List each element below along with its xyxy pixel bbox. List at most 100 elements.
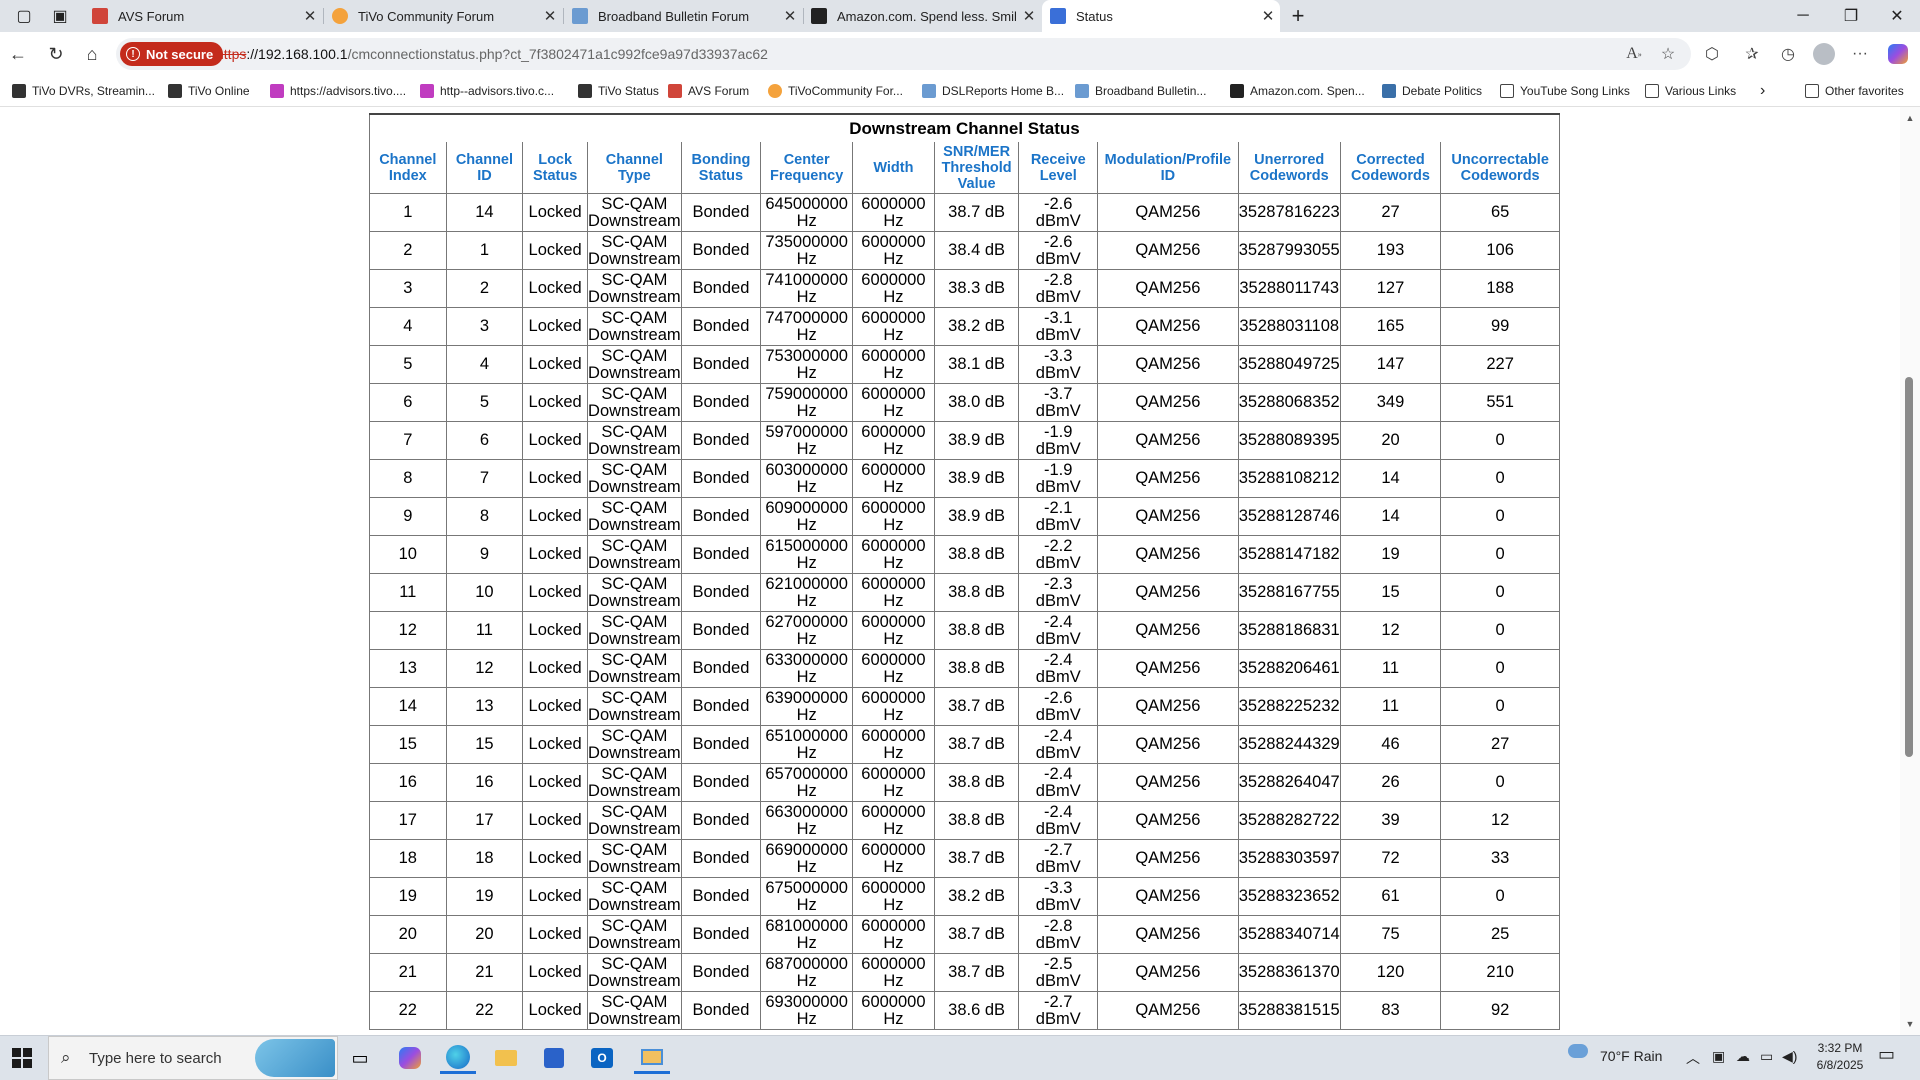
volume-icon[interactable]: ◀) <box>1782 1048 1797 1065</box>
tab-actions-icon[interactable]: ▣ <box>40 0 80 32</box>
bookmark-item[interactable]: http--advisors.tivo.c... <box>420 81 554 101</box>
clock[interactable]: 3:32 PM 6/8/2025 <box>1808 1040 1872 1074</box>
more-bookmarks-chevron-icon[interactable]: › <box>1760 81 1765 101</box>
center-frequency-cell: 759000000 Hz <box>760 383 854 422</box>
close-tab-icon[interactable]: ✕ <box>1017 7 1041 25</box>
windows-start-icon[interactable] <box>4 1042 40 1074</box>
snipping-tool-icon[interactable] <box>634 1042 670 1074</box>
meet-now-icon[interactable]: ▣ <box>1712 1048 1725 1065</box>
tivo-icon <box>578 84 592 98</box>
taskbar: ⌕ Type here to search ▭ O 70°F Rain ︿ ▣ … <box>0 1035 1920 1080</box>
bookmark-item[interactable]: https://advisors.tivo.... <box>270 81 406 101</box>
bookmark-item[interactable]: TiVo Online <box>168 81 250 101</box>
bookmark-item[interactable]: TiVoCommunity For... <box>768 81 903 101</box>
scrollbar-thumb[interactable] <box>1905 377 1913 757</box>
edge-taskbar-icon[interactable] <box>440 1042 476 1074</box>
show-hidden-icons-chevron-icon[interactable]: ︿ <box>1686 1048 1700 1068</box>
tab-3[interactable]: Broadband Bulletin Forum ✕ <box>564 0 802 32</box>
vertical-scrollbar[interactable]: ▲ ▼ <box>1900 107 1920 1035</box>
channel-id-cell: 19 <box>445 877 524 916</box>
toolbar: ← ↻ ⌂ ! Not secure https://192.168.100.1… <box>0 32 1920 76</box>
more-menu-icon[interactable]: ··· <box>1846 40 1874 68</box>
channel-id-cell: 4 <box>445 345 524 384</box>
file-explorer-icon[interactable] <box>488 1042 524 1074</box>
store-icon[interactable] <box>536 1042 572 1074</box>
column-header: Uncorrectable Codewords <box>1440 142 1560 194</box>
bookmark-item[interactable]: TiVo Status <box>578 81 659 101</box>
tab-4[interactable]: Amazon.com. Spend less. Smile more.✕ <box>803 0 1041 32</box>
width-cell: 6000000 Hz <box>852 915 935 954</box>
avs-icon <box>668 84 682 98</box>
modulation-cell: QAM256 <box>1097 231 1239 270</box>
onedrive-icon[interactable]: ☁ <box>1736 1048 1750 1065</box>
center-frequency-cell: 639000000 Hz <box>760 687 854 726</box>
weather-icon[interactable] <box>1568 1044 1588 1061</box>
refresh-button[interactable]: ↻ <box>42 40 70 68</box>
channel-index-cell: 8 <box>369 459 447 498</box>
bookmark-item[interactable]: DSLReports Home B... <box>922 81 1064 101</box>
workspaces-icon[interactable]: ▢ <box>4 0 44 32</box>
copilot-taskbar-icon[interactable] <box>392 1042 428 1074</box>
center-frequency-cell: 675000000 Hz <box>760 877 854 916</box>
close-tab-icon[interactable]: ✕ <box>1256 7 1280 25</box>
bookmark-item[interactable]: Broadband Bulletin... <box>1075 81 1206 101</box>
table-row: 9 8 Locked SC-QAM Downstream Bonded 609000000… <box>369 497 1560 536</box>
snr-value-cell: 38.8 dB <box>933 611 1020 650</box>
bookmark-item[interactable]: Debate Politics <box>1382 81 1482 101</box>
close-tab-icon[interactable]: ✕ <box>538 7 562 25</box>
tab-2[interactable]: TiVo Community Forum ✕ <box>324 0 562 32</box>
snr-value-cell: 38.9 dB <box>933 421 1020 460</box>
minimize-button[interactable]: ─ <box>1780 0 1826 32</box>
outlook-icon[interactable]: O <box>584 1042 620 1074</box>
copilot-icon[interactable] <box>1884 40 1912 68</box>
table-body: 1 14 Locked SC-QAM Downstream Bonded 64500000… <box>369 193 1560 1030</box>
width-cell: 6000000 Hz <box>852 497 935 536</box>
bookmark-item[interactable]: AVS Forum <box>668 81 749 101</box>
table-row: 14 13 Locked SC-QAM Downstream Bonded 6390000… <box>369 687 1560 726</box>
extensions-icon[interactable]: ⬡ <box>1698 40 1726 68</box>
bookmark-item[interactable]: Amazon.com. Spen... <box>1230 81 1365 101</box>
read-aloud-icon[interactable]: A» <box>1620 40 1648 68</box>
width-cell: 6000000 Hz <box>852 877 935 916</box>
scroll-up-arrow-icon[interactable]: ▲ <box>1900 113 1920 123</box>
restore-button[interactable]: ❐ <box>1828 0 1874 32</box>
bookmark-item[interactable]: YouTube Song Links <box>1500 81 1630 101</box>
channel-id-cell: 7 <box>445 459 524 498</box>
channel-type-cell: SC-QAM Downstream <box>587 839 682 878</box>
taskbar-search[interactable]: ⌕ Type here to search <box>48 1036 338 1080</box>
uncorrectable-codewords-cell: 0 <box>1440 421 1560 460</box>
close-tab-icon[interactable]: ✕ <box>298 7 322 25</box>
history-icon[interactable]: ◷ <box>1774 40 1802 68</box>
home-button[interactable]: ⌂ <box>78 40 106 68</box>
scroll-down-arrow-icon[interactable]: ▼ <box>1900 1019 1920 1029</box>
profile-avatar-icon[interactable] <box>1810 40 1838 68</box>
bookmark-label: Various Links <box>1665 84 1737 98</box>
network-icon[interactable]: ▭ <box>1760 1048 1773 1065</box>
other-favorites[interactable]: Other favorites <box>1805 81 1904 101</box>
channel-id-cell: 10 <box>445 573 524 612</box>
notification-center-icon[interactable]: ▭ <box>1878 1044 1895 1065</box>
address-bar[interactable]: ! Not secure https://192.168.100.1/cmcon… <box>116 38 1691 70</box>
weather-text[interactable]: 70°F Rain <box>1600 1048 1662 1064</box>
new-tab-button[interactable]: + <box>1282 0 1314 32</box>
not-secure-badge[interactable]: ! Not secure <box>120 42 224 66</box>
url-text[interactable]: https://192.168.100.1/cmconnectionstatus… <box>216 46 768 62</box>
url-host: ://192.168.100.1 <box>246 46 348 62</box>
modulation-cell: QAM256 <box>1097 877 1239 916</box>
tab-5[interactable]: Status ✕ <box>1042 0 1280 32</box>
uncorrectable-codewords-cell: 0 <box>1440 459 1560 498</box>
back-button[interactable]: ← <box>4 40 32 68</box>
close-window-button[interactable]: ✕ <box>1874 0 1920 32</box>
snr-value-cell: 38.0 dB <box>933 383 1020 422</box>
snr-value-cell: 38.4 dB <box>933 231 1020 270</box>
unerrored-codewords-cell: 35288381515 <box>1237 991 1341 1030</box>
bookmark-item[interactable]: Various Links <box>1645 81 1736 101</box>
bonding-status-cell: Bonded <box>680 269 762 308</box>
channel-index-cell: 3 <box>369 269 447 308</box>
close-tab-icon[interactable]: ✕ <box>778 7 802 25</box>
favorite-star-icon[interactable]: ☆ <box>1654 40 1682 68</box>
bookmark-item[interactable]: TiVo DVRs, Streamin... <box>12 81 155 101</box>
task-view-icon[interactable]: ▭ <box>342 1042 378 1074</box>
favorites-icon[interactable]: ✰ <box>1738 40 1766 68</box>
tab-1[interactable]: AVS Forum ✕ <box>84 0 322 32</box>
